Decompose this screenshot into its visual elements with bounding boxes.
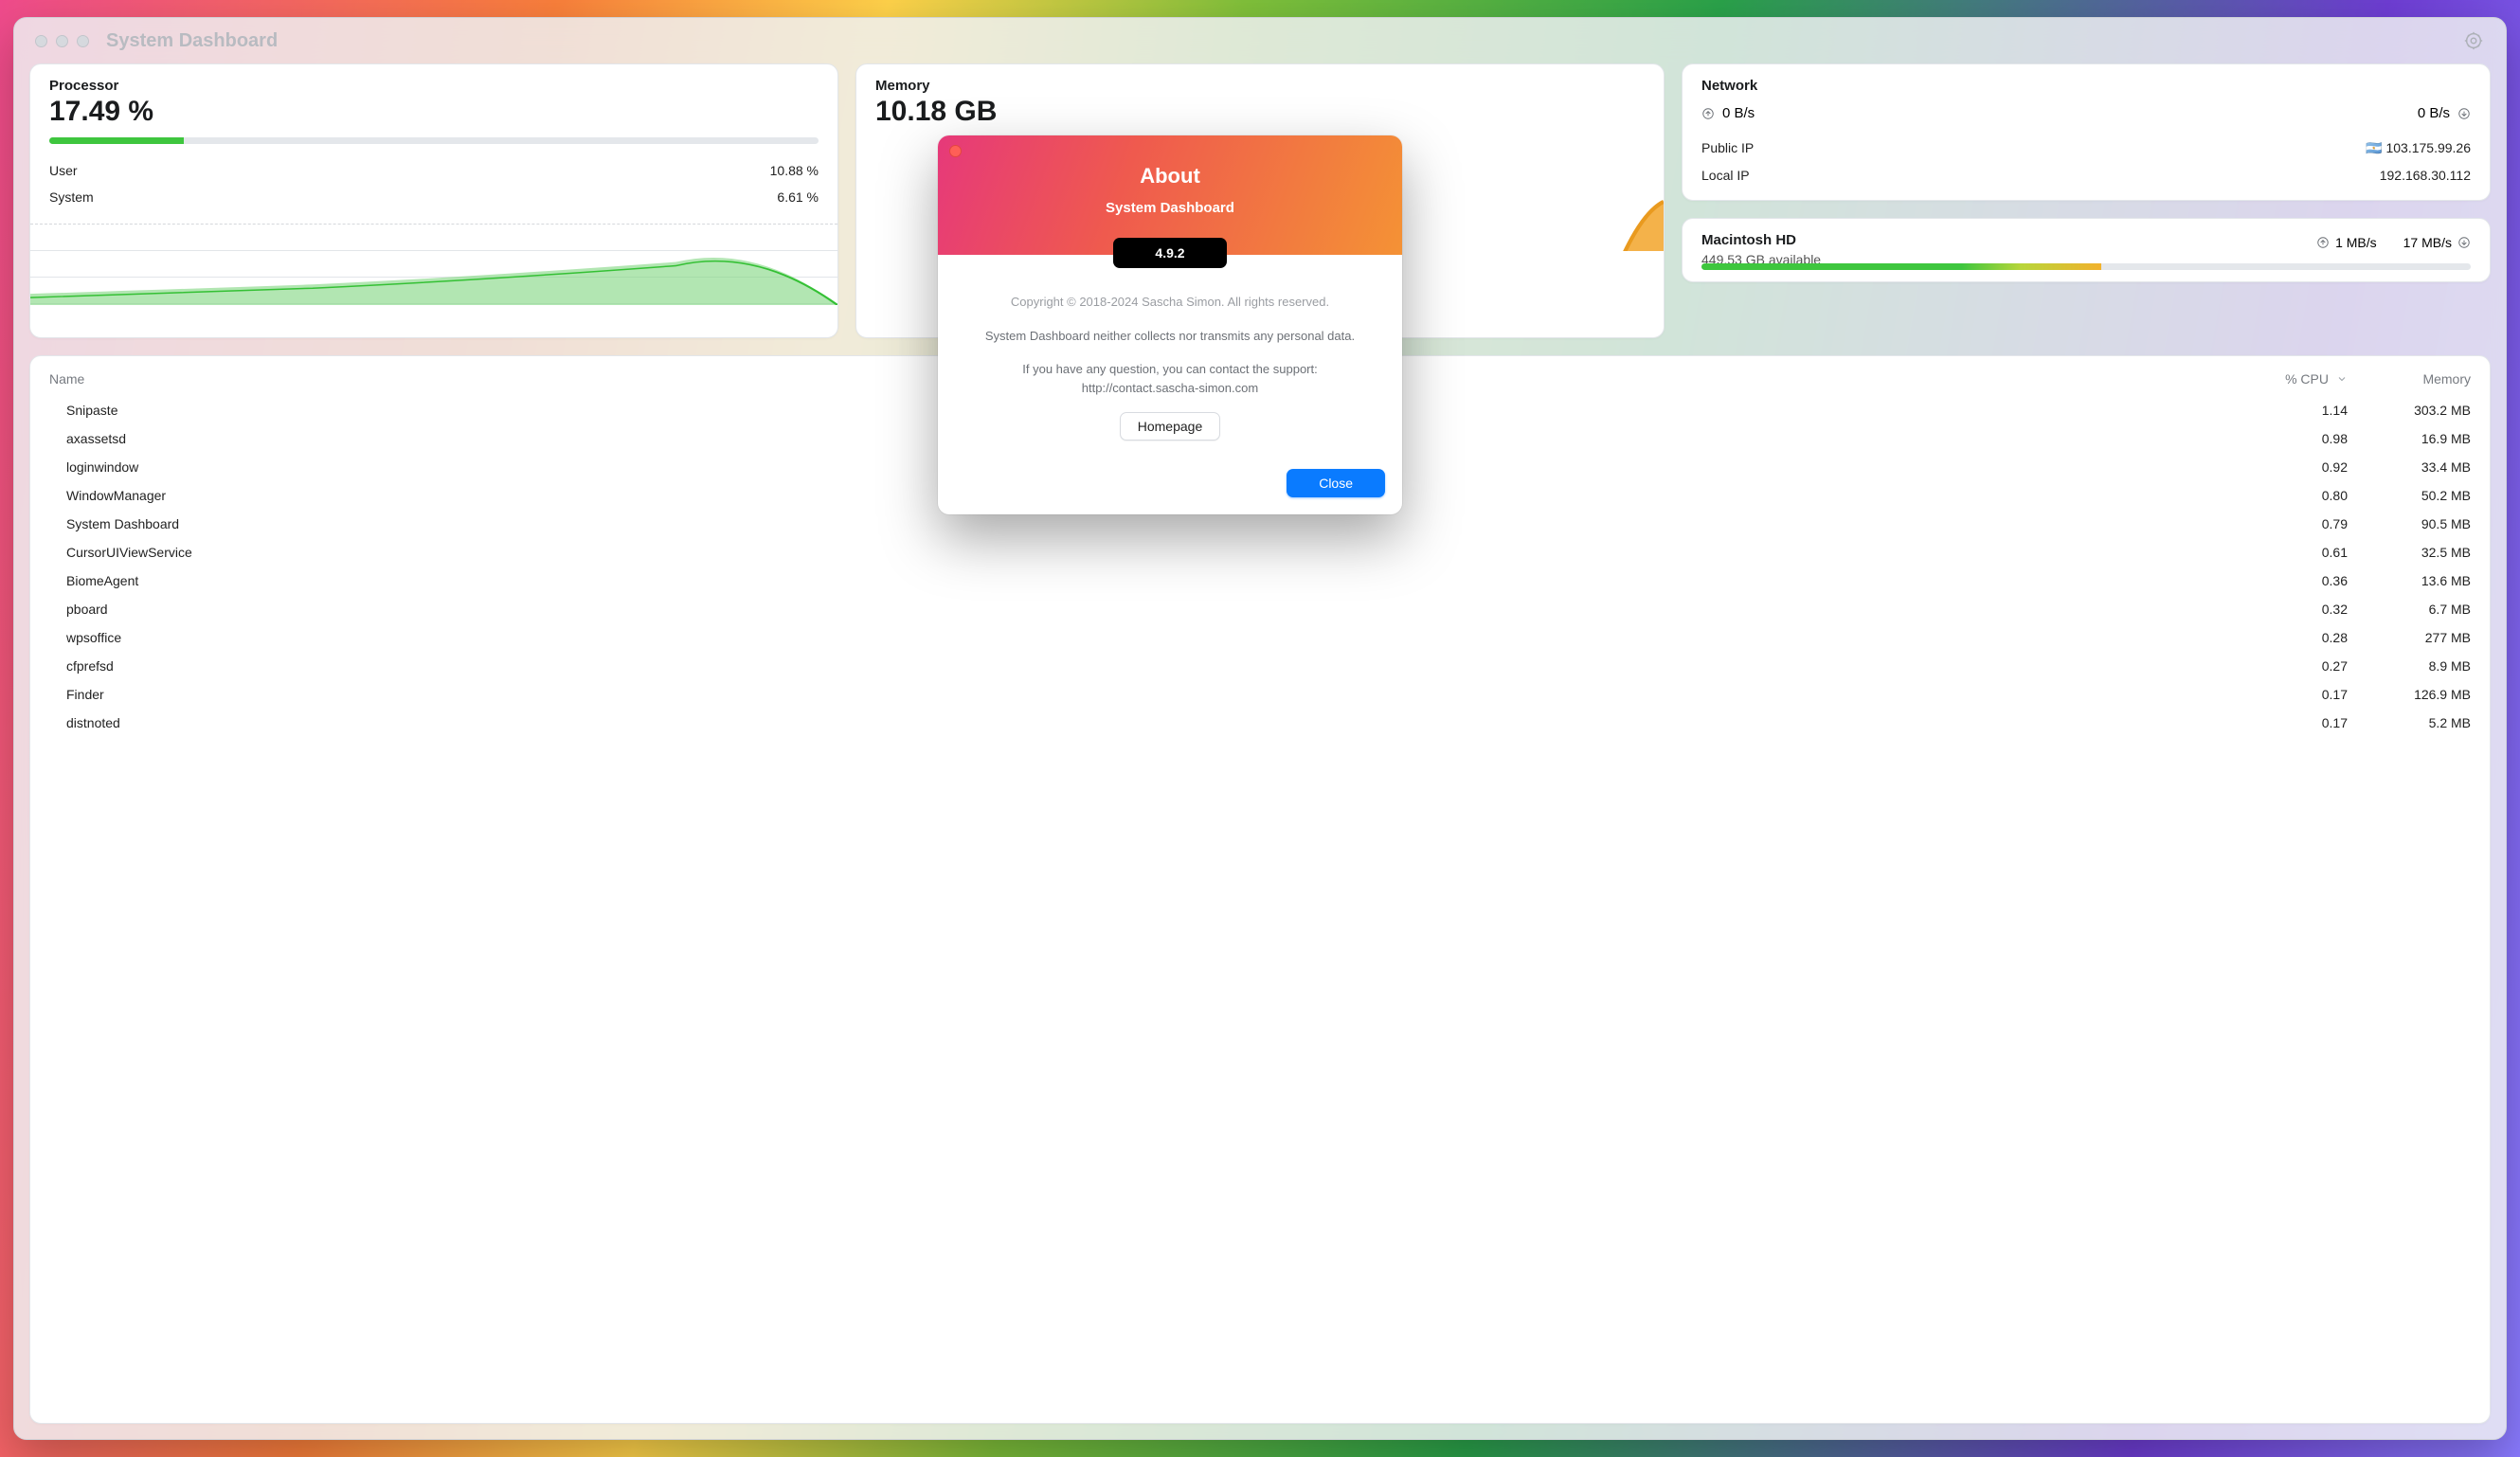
processor-system-row: System 6.61 % bbox=[49, 184, 819, 210]
process-memory: 16.9 MB bbox=[2348, 431, 2471, 446]
gear-icon bbox=[2463, 30, 2484, 51]
homepage-button[interactable]: Homepage bbox=[1120, 412, 1221, 441]
about-dialog: About System Dashboard 4.9.2 Copyright ©… bbox=[938, 135, 1402, 514]
table-row[interactable]: pboard0.326.7 MB bbox=[49, 595, 2471, 623]
disk-read-value: 1 MB/s bbox=[2335, 235, 2377, 250]
process-memory: 126.9 MB bbox=[2348, 687, 2471, 702]
arrow-up-icon bbox=[2316, 236, 2330, 249]
local-ip-value: 192.168.30.112 bbox=[2380, 168, 2471, 183]
network-upload: 0 B/s bbox=[1701, 105, 1755, 121]
process-memory: 32.5 MB bbox=[2348, 545, 2471, 560]
process-cpu: 1.14 bbox=[2234, 403, 2348, 418]
about-privacy: System Dashboard neither collects nor tr… bbox=[964, 327, 1376, 346]
settings-button[interactable] bbox=[2462, 29, 2485, 52]
network-card: Network 0 B/s 0 B/s Public IP bbox=[1682, 63, 2491, 201]
flag-icon: 🇦🇷 bbox=[2366, 140, 2382, 156]
process-memory: 6.7 MB bbox=[2348, 602, 2471, 617]
processor-bar bbox=[49, 137, 819, 144]
close-button[interactable]: Close bbox=[1287, 469, 1385, 497]
process-name: CursorUIViewService bbox=[49, 545, 2234, 560]
disk-read: 1 MB/s bbox=[2316, 235, 2377, 250]
window-title: System Dashboard bbox=[106, 30, 278, 52]
process-name: Finder bbox=[49, 687, 2234, 702]
network-download-value: 0 B/s bbox=[2418, 105, 2450, 121]
process-cpu: 0.17 bbox=[2234, 715, 2348, 730]
process-name: pboard bbox=[49, 602, 2234, 617]
app-window: System Dashboard Processor 17.49 % User … bbox=[13, 17, 2507, 1440]
process-memory: 13.6 MB bbox=[2348, 573, 2471, 588]
process-memory: 90.5 MB bbox=[2348, 516, 2471, 531]
local-ip-label: Local IP bbox=[1701, 168, 1750, 183]
processor-chart bbox=[30, 224, 837, 305]
process-memory: 8.9 MB bbox=[2348, 658, 2471, 674]
table-row[interactable]: distnoted0.175.2 MB bbox=[49, 709, 2471, 737]
public-ip-value: 🇦🇷 103.175.99.26 bbox=[2366, 140, 2471, 156]
processor-user-row: User 10.88 % bbox=[49, 157, 819, 184]
process-cpu: 0.61 bbox=[2234, 545, 2348, 560]
processor-card: Processor 17.49 % User 10.88 % System 6.… bbox=[29, 63, 838, 338]
table-row[interactable]: BiomeAgent0.3613.6 MB bbox=[49, 567, 2471, 595]
process-name: distnoted bbox=[49, 715, 2234, 730]
disk-bar bbox=[1701, 263, 2471, 270]
arrow-down-icon bbox=[2457, 107, 2471, 120]
disk-write: 17 MB/s bbox=[2403, 235, 2471, 250]
table-row[interactable]: Finder0.17126.9 MB bbox=[49, 680, 2471, 709]
window-zoom-button[interactable] bbox=[77, 35, 89, 47]
process-cpu: 0.98 bbox=[2234, 431, 2348, 446]
process-name: cfprefsd bbox=[49, 658, 2234, 674]
process-cpu: 0.32 bbox=[2234, 602, 2348, 617]
public-ip-label: Public IP bbox=[1701, 140, 1754, 156]
window-close-button[interactable] bbox=[35, 35, 47, 47]
about-version: 4.9.2 bbox=[1113, 238, 1227, 268]
process-cpu: 0.17 bbox=[2234, 687, 2348, 702]
process-cpu: 0.28 bbox=[2234, 630, 2348, 645]
process-cpu: 0.80 bbox=[2234, 488, 2348, 503]
memory-value: 10.18 GB bbox=[875, 96, 1645, 128]
chevron-down-icon bbox=[2336, 373, 2348, 385]
col-memory[interactable]: Memory bbox=[2348, 371, 2471, 387]
process-memory: 277 MB bbox=[2348, 630, 2471, 645]
arrow-up-icon bbox=[1701, 107, 1715, 120]
process-cpu: 0.36 bbox=[2234, 573, 2348, 588]
about-copyright: Copyright © 2018-2024 Sascha Simon. All … bbox=[964, 293, 1376, 312]
titlebar: System Dashboard bbox=[29, 18, 2491, 63]
table-row[interactable]: cfprefsd0.278.9 MB bbox=[49, 652, 2471, 680]
process-name: System Dashboard bbox=[49, 516, 2234, 531]
processor-user-value: 10.88 % bbox=[770, 163, 819, 178]
public-ip-row: Public IP 🇦🇷 103.175.99.26 bbox=[1701, 135, 2471, 162]
about-app-name: System Dashboard bbox=[938, 200, 1402, 216]
process-cpu: 0.79 bbox=[2234, 516, 2348, 531]
processor-title: Processor bbox=[49, 78, 819, 94]
processor-value: 17.49 % bbox=[49, 96, 819, 128]
col-cpu[interactable]: % CPU bbox=[2234, 371, 2348, 387]
network-download: 0 B/s bbox=[2418, 105, 2471, 121]
process-memory: 303.2 MB bbox=[2348, 403, 2471, 418]
process-memory: 50.2 MB bbox=[2348, 488, 2471, 503]
disk-card: Macintosh HD 449.53 GB available 1 MB/s … bbox=[1682, 218, 2491, 282]
dialog-close-traffic-button[interactable] bbox=[949, 145, 962, 157]
processor-system-value: 6.61 % bbox=[777, 189, 819, 205]
process-name: wpsoffice bbox=[49, 630, 2234, 645]
arrow-down-icon bbox=[2457, 236, 2471, 249]
process-memory: 33.4 MB bbox=[2348, 459, 2471, 475]
table-row[interactable]: CursorUIViewService0.6132.5 MB bbox=[49, 538, 2471, 567]
processor-user-label: User bbox=[49, 163, 78, 178]
table-row[interactable]: wpsoffice0.28277 MB bbox=[49, 623, 2471, 652]
window-controls bbox=[35, 35, 89, 47]
disk-write-value: 17 MB/s bbox=[2403, 235, 2452, 250]
memory-title: Memory bbox=[875, 78, 1645, 94]
network-title: Network bbox=[1701, 78, 2471, 94]
process-memory: 5.2 MB bbox=[2348, 715, 2471, 730]
process-cpu: 0.92 bbox=[2234, 459, 2348, 475]
about-title: About bbox=[938, 164, 1402, 189]
local-ip-row: Local IP 192.168.30.112 bbox=[1701, 162, 2471, 189]
about-support: If you have any question, you can contac… bbox=[964, 360, 1376, 397]
processor-system-label: System bbox=[49, 189, 94, 205]
process-name: BiomeAgent bbox=[49, 573, 2234, 588]
process-table: Name % CPU Memory Snipaste1.14303.2 MBax… bbox=[29, 355, 2491, 1424]
process-cpu: 0.27 bbox=[2234, 658, 2348, 674]
window-minimize-button[interactable] bbox=[56, 35, 68, 47]
network-upload-value: 0 B/s bbox=[1722, 105, 1755, 121]
